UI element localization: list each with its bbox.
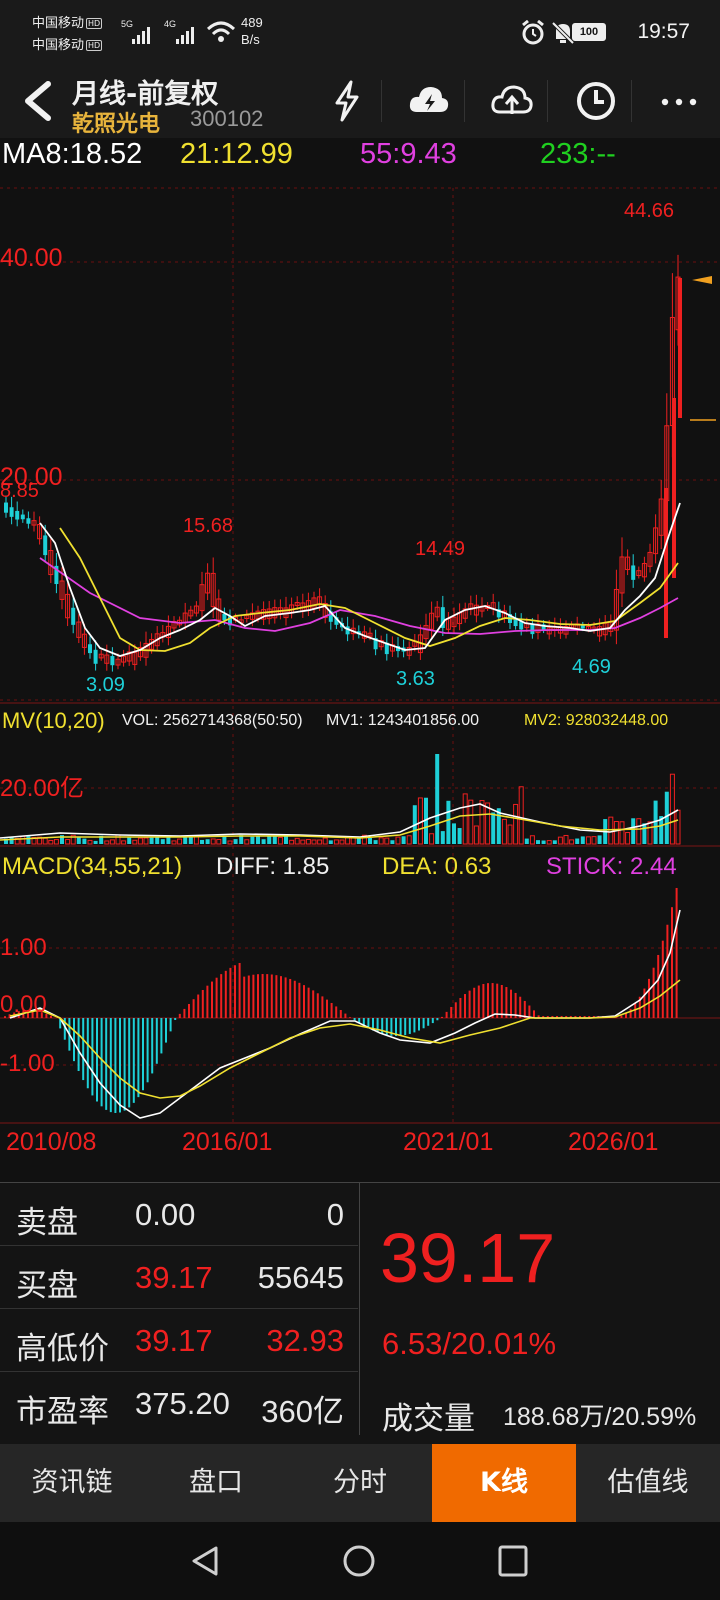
quote-label: 市盈率	[16, 1394, 109, 1430]
stock-code: 300102	[190, 106, 264, 131]
quote-row-highlow: 高低价 39.17 32.93	[0, 1309, 358, 1372]
current-price-marker	[692, 276, 712, 284]
quote-value: 39.17	[135, 1260, 213, 1295]
battery-icon: 100	[572, 23, 606, 41]
peak-price-label: 44.66	[624, 200, 675, 222]
quote-label: 高低价	[16, 1331, 109, 1367]
clock: 19:57	[637, 20, 690, 43]
ma233-legend: 233:--	[540, 138, 616, 170]
mv1-line	[0, 803, 679, 839]
ma8-legend: MA8:18.52	[2, 138, 143, 170]
cloud-sync-icon[interactable]	[406, 78, 452, 124]
tab-valuation[interactable]: 估值线	[576, 1444, 720, 1522]
date-tick-1: 2010/08	[6, 1128, 97, 1156]
current-price: 39.17	[380, 1219, 556, 1297]
quote-volume: 0	[326, 1197, 344, 1232]
quote-label: 卖盘	[16, 1205, 78, 1241]
quote-divider	[359, 1183, 360, 1435]
kline-chart[interactable]: MA8:18.52 21:12.99 55:9.43 233:-- 40.00 …	[0, 138, 720, 1182]
quote-value: 375.20	[135, 1386, 230, 1421]
quote-value: 39.17	[135, 1323, 213, 1358]
tab-news-chain[interactable]: 资讯链	[0, 1444, 144, 1522]
macd-title: MACD(34,55,21)	[2, 853, 183, 880]
quote-row-pe: 市盈率 375.20 360亿	[0, 1372, 358, 1435]
macd-dea: DEA: 0.63	[382, 853, 492, 880]
price-change: 6.53/20.01%	[382, 1326, 557, 1361]
date-tick-2: 2016/01	[182, 1128, 273, 1156]
network-4g: 4G	[164, 19, 177, 29]
macd-tick-pos: 1.00	[0, 934, 47, 961]
start-price-label: 8.85	[0, 480, 39, 502]
volume-value: VOL: 2562714368(50:50)	[122, 712, 303, 729]
more-icon[interactable]	[656, 78, 702, 124]
header-divider	[547, 80, 548, 122]
header-divider	[631, 80, 632, 122]
cloud-upload-icon[interactable]	[489, 78, 535, 124]
volume-total: 188.68万/20.59%	[503, 1403, 697, 1431]
low-2024-label: 4.69	[572, 656, 611, 678]
tab-intraday[interactable]: 分时	[288, 1444, 432, 1522]
quote-volume: 55645	[257, 1260, 344, 1295]
signal-icon-2	[176, 26, 194, 44]
status-bar: 中国移动 HD 中国移动 HD 5G 4G 489 B/s 100 19:57	[0, 0, 720, 66]
date-tick-3: 2021/01	[403, 1128, 494, 1156]
header-divider	[464, 80, 465, 122]
mv2-value: MV2: 928032448.00	[524, 712, 669, 729]
ma21-line	[59, 527, 679, 652]
kline-svg	[0, 187, 720, 1124]
quote-row-buy: 买盘 39.17 55645	[0, 1246, 358, 1309]
volume-title: MV(10,20)	[2, 708, 105, 733]
macd-tick-zero: 0.00	[0, 991, 47, 1018]
nav-home-icon[interactable]	[342, 1544, 376, 1578]
peak-2016-label: 15.68	[183, 515, 234, 537]
nav-back-icon[interactable]	[188, 1544, 222, 1578]
volume-tick: 20.00亿	[0, 775, 85, 802]
ma8-line	[39, 502, 681, 657]
macd-diff: DIFF: 1.85	[216, 853, 330, 880]
signal-icon	[132, 26, 150, 44]
system-nav-bar	[0, 1522, 720, 1600]
back-arrow-icon[interactable]	[18, 78, 58, 124]
history-clock-icon[interactable]	[573, 78, 619, 124]
top-header: 月线-前复权 乾照光电 300102	[0, 66, 720, 138]
bottom-tabs: 资讯链 盘口 分时 K线 估值线	[0, 1444, 720, 1522]
stock-name: 乾照光电	[72, 112, 161, 137]
quote-value: 0.00	[135, 1197, 196, 1232]
volume-label: 成交量	[382, 1401, 475, 1437]
chart-panel-borders	[0, 702, 720, 1124]
date-tick-4: 2026/01	[568, 1128, 659, 1156]
ma55-legend: 55:9.43	[360, 138, 457, 170]
tab-kline[interactable]: K线	[432, 1444, 576, 1522]
carrier-1: 中国移动 HD	[32, 16, 103, 31]
network-speed: 489 B/s	[241, 15, 263, 47]
quote-volume: 360亿	[261, 1394, 344, 1429]
macd-tick-neg: -1.00	[0, 1050, 55, 1077]
wifi-icon	[206, 21, 236, 42]
macd-stick: STICK: 2.44	[546, 853, 677, 880]
peak-2021-label: 14.49	[415, 538, 466, 560]
mv1-value: MV1: 1243401856.00	[326, 712, 480, 729]
low-2020-label: 3.63	[396, 668, 435, 690]
low-2013-label: 3.09	[86, 674, 125, 696]
nav-recents-icon[interactable]	[496, 1544, 530, 1578]
quote-panel: 卖盘 0.00 0 买盘 39.17 55645 高低价 39.17 32.93…	[0, 1182, 720, 1444]
quote-label: 买盘	[16, 1268, 78, 1304]
lightning-icon[interactable]	[324, 78, 370, 124]
quote-row-sell: 卖盘 0.00 0	[0, 1183, 358, 1246]
macd-histogram	[4, 887, 678, 1113]
header-divider	[381, 80, 382, 122]
alarm-icon	[522, 20, 544, 45]
ma21-legend: 21:12.99	[180, 138, 293, 170]
price-tick-40: 40.00	[0, 244, 63, 272]
carrier-2: 中国移动 HD	[32, 38, 103, 53]
quote-volume: 32.93	[266, 1323, 344, 1358]
tab-order-book[interactable]: 盘口	[144, 1444, 288, 1522]
